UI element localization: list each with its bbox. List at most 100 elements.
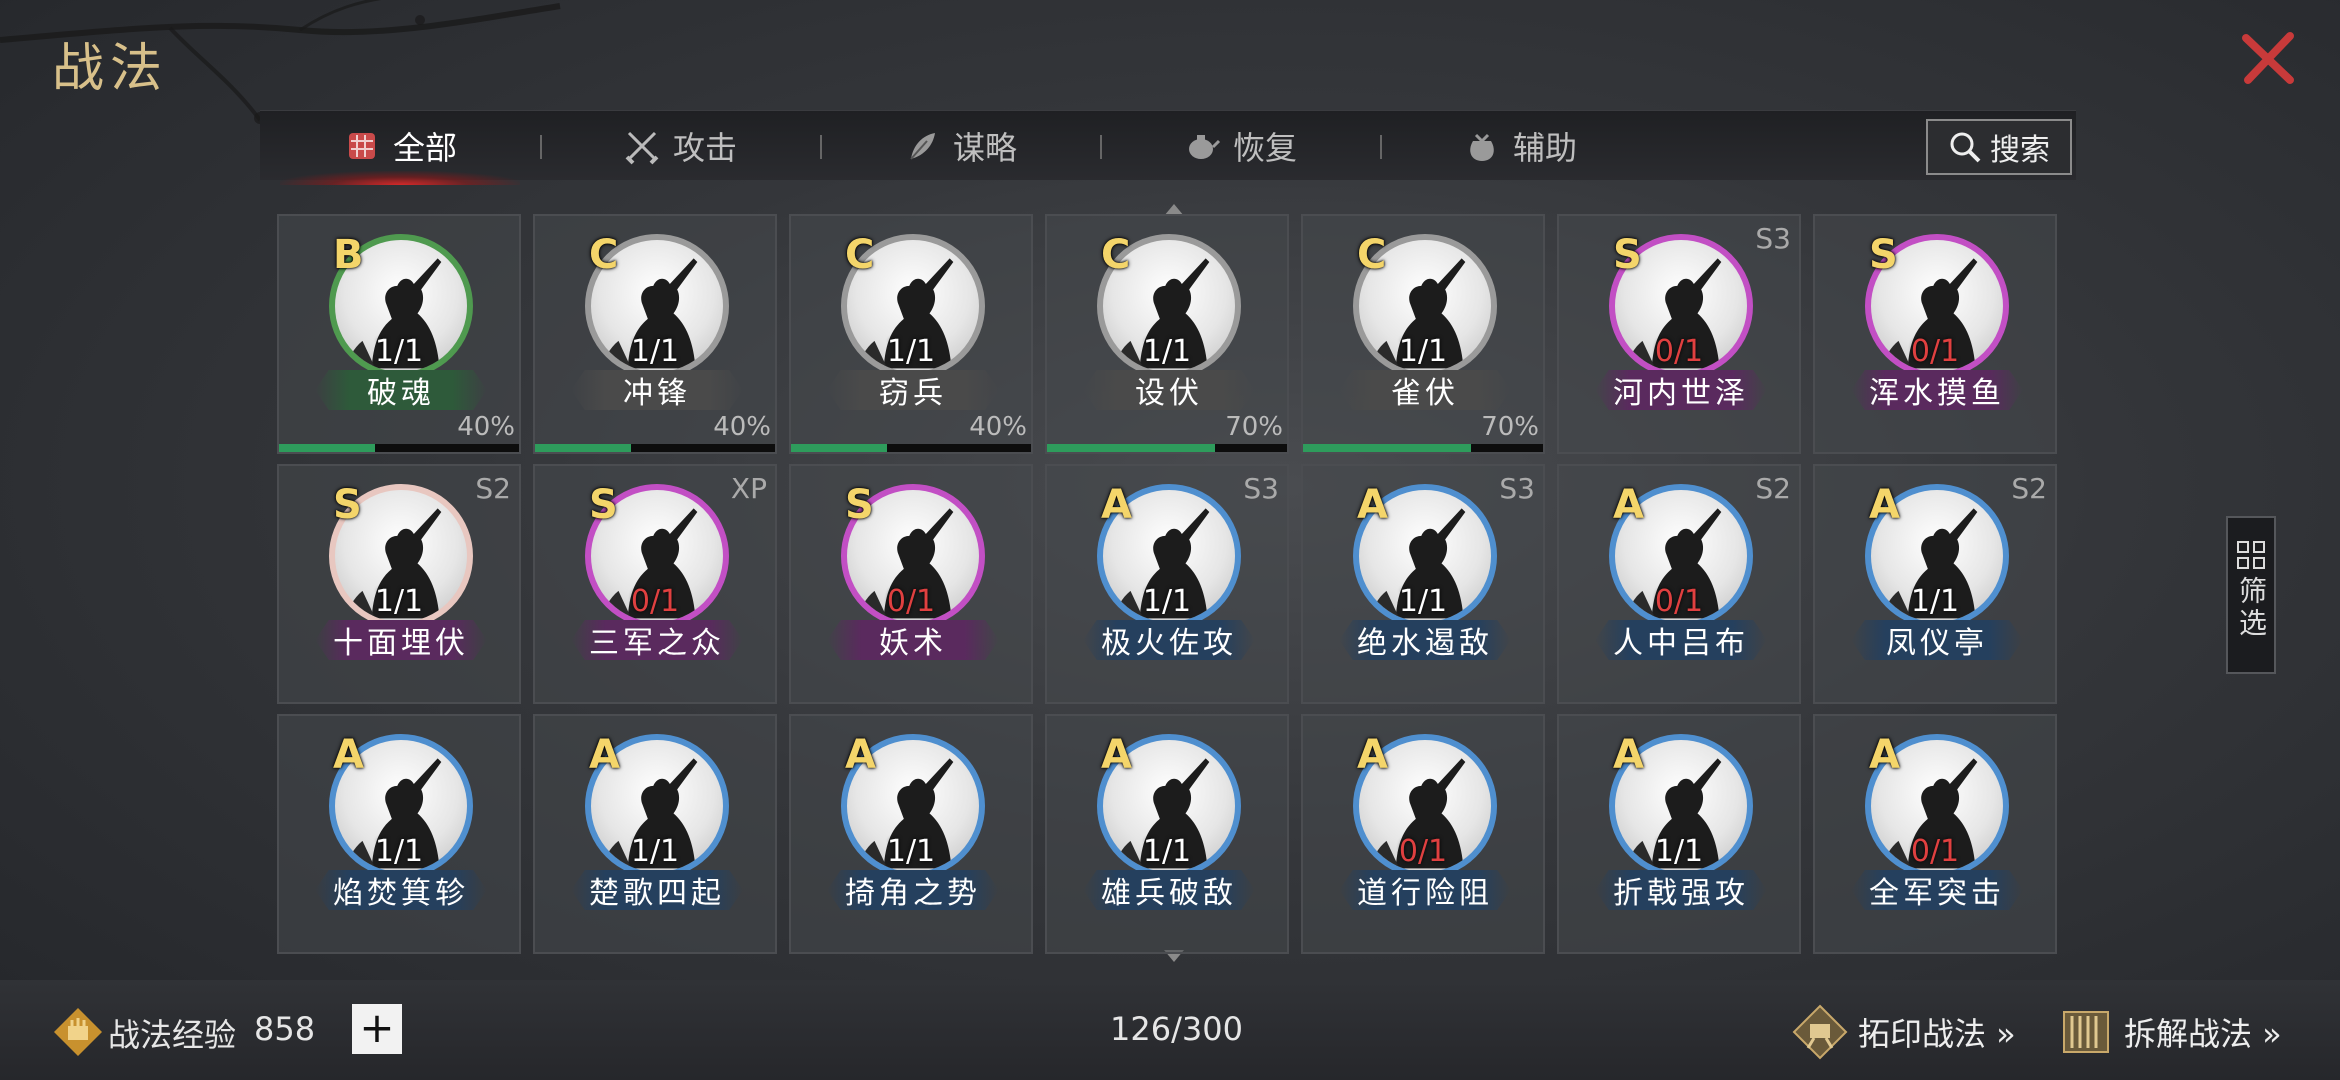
feather-icon — [910, 133, 935, 160]
tactic-count: 1/1 — [886, 834, 936, 869]
tactic-count: 1/1 — [1398, 584, 1448, 619]
tactic-card[interactable]: C 1/1 雀伏 70% — [1301, 214, 1545, 454]
bundle-icon — [348, 133, 375, 159]
tactic-name: 冲锋 — [571, 370, 743, 410]
category-tab-bar: 全部 攻击 谋略 恢复 辅助 搜索 — [260, 110, 2076, 185]
season-tag: S2 — [2011, 472, 2047, 505]
season-tag: S2 — [475, 472, 511, 505]
search-button[interactable]: 搜索 — [1926, 119, 2072, 175]
grade-badge: S — [333, 482, 362, 528]
tactic-name: 绝水遏敌 — [1339, 620, 1511, 660]
grade-badge: C — [845, 232, 875, 278]
grade-badge: A — [1357, 482, 1388, 528]
tactic-capacity: 126/300 — [1110, 1010, 1243, 1048]
grid-icon — [2237, 541, 2265, 569]
grade-badge: A — [1869, 482, 1900, 528]
season-tag: S3 — [1755, 222, 1791, 255]
tactic-card[interactable]: S 0/1 三军之众 XP — [533, 464, 777, 704]
progress-bar-fill — [791, 444, 887, 452]
tactic-count: 1/1 — [1910, 584, 1960, 619]
tab-label: 恢复 — [1232, 129, 1297, 167]
season-tag: S2 — [1755, 472, 1791, 505]
tactic-card[interactable]: A 0/1 全军突击 — [1813, 714, 2057, 954]
tactic-card[interactable]: S 1/1 十面埋伏 S2 — [277, 464, 521, 704]
imprint-tactic-button[interactable]: 拓印战法 » — [1790, 1002, 2016, 1062]
tactic-name: 破魂 — [315, 370, 487, 410]
tactic-count: 0/1 — [1654, 584, 1704, 619]
progress-percent: 40% — [457, 412, 515, 442]
tactic-count: 1/1 — [1142, 584, 1192, 619]
tactic-card[interactable]: A 0/1 道行险阻 — [1301, 714, 1545, 954]
tab-support[interactable]: 辅助 — [1380, 111, 1660, 181]
grade-badge: A — [333, 732, 364, 778]
progress-bar — [1303, 444, 1543, 452]
tactic-card[interactable]: A 0/1 人中吕布 S2 — [1557, 464, 1801, 704]
tactic-count: 1/1 — [886, 334, 936, 369]
tactic-card[interactable]: C 1/1 设伏 70% — [1045, 214, 1289, 454]
tactic-card[interactable]: A 1/1 凤仪亭 S2 — [1813, 464, 2057, 704]
tab-label: 辅助 — [1512, 129, 1577, 167]
tactic-card[interactable]: A 1/1 焰焚箕轸 — [277, 714, 521, 954]
page-title: 战法 — [52, 39, 169, 99]
tactic-count: 1/1 — [630, 834, 680, 869]
search-icon — [1950, 132, 1981, 163]
tactic-card[interactable]: B 1/1 破魂 40% — [277, 214, 521, 454]
tactic-name: 楚歌四起 — [571, 870, 743, 910]
grade-badge: C — [1101, 232, 1131, 278]
grade-badge: C — [589, 232, 619, 278]
grade-badge: S — [589, 482, 618, 528]
tactic-card[interactable]: S 0/1 河内世泽 S3 — [1557, 214, 1801, 454]
imprint-label: 拓印战法 » — [1858, 1015, 2016, 1053]
tab-attack[interactable]: 攻击 — [540, 111, 820, 181]
season-tag: S3 — [1499, 472, 1535, 505]
tab-recovery[interactable]: 恢复 — [1100, 111, 1380, 181]
tactic-count: 1/1 — [1142, 334, 1192, 369]
tactic-card[interactable]: S 0/1 妖术 — [789, 464, 1033, 704]
filter-button[interactable]: 筛选 — [2226, 516, 2276, 674]
tab-all[interactable]: 全部 — [260, 111, 540, 185]
add-exp-button[interactable]: + — [352, 1004, 402, 1054]
exp-label: 战法经验 — [108, 1016, 237, 1054]
bottom-bar: 战法经验 858 + 126/300 拓印战法 » 拆解战法 » — [0, 980, 2340, 1080]
decompose-label: 拆解战法 » — [2124, 1015, 2282, 1053]
tactic-card[interactable]: A 1/1 极火佐攻 S3 — [1045, 464, 1289, 704]
tactic-card[interactable]: A 1/1 掎角之势 — [789, 714, 1033, 954]
tactic-name: 妖术 — [827, 620, 999, 660]
grade-badge: A — [589, 732, 620, 778]
progress-percent: 70% — [1225, 412, 1283, 442]
tactic-card[interactable]: A 1/1 折戟强攻 — [1557, 714, 1801, 954]
tactics-grid: B 1/1 破魂 40% C 1/1 冲锋 40% C 1/1 窃兵 40% C 1/1 设伏 70% C 1/1… — [277, 214, 2057, 954]
tactic-card[interactable]: C 1/1 窃兵 40% — [789, 214, 1033, 454]
tactic-exp-icon — [54, 1008, 102, 1056]
tactic-name: 焰焚箕轸 — [315, 870, 487, 910]
progress-bar — [279, 444, 519, 452]
tactic-name: 河内世泽 — [1595, 370, 1767, 410]
close-icon[interactable] — [2240, 30, 2296, 86]
imprint-icon — [1792, 1004, 1848, 1060]
tab-label: 攻击 — [672, 129, 737, 167]
tactic-card[interactable]: S 0/1 浑水摸鱼 — [1813, 214, 2057, 454]
tactic-count: 0/1 — [630, 584, 680, 619]
tactic-card[interactable]: A 1/1 雄兵破敌 — [1045, 714, 1289, 954]
tactic-card[interactable]: A 1/1 绝水遏敌 S3 — [1301, 464, 1545, 704]
tactic-name: 全军突击 — [1851, 870, 2023, 910]
season-tag: S3 — [1243, 472, 1279, 505]
progress-bar-fill — [1047, 444, 1215, 452]
tactic-name: 人中吕布 — [1595, 620, 1767, 660]
tactic-count: 1/1 — [1142, 834, 1192, 869]
grade-badge: A — [1869, 732, 1900, 778]
tactic-count: 1/1 — [374, 584, 424, 619]
grade-badge: S — [1613, 232, 1642, 278]
tactic-card[interactable]: A 1/1 楚歌四起 — [533, 714, 777, 954]
season-tag: XP — [730, 472, 767, 505]
crossed-swords-icon — [625, 131, 659, 165]
tactic-count: 0/1 — [1398, 834, 1448, 869]
decompose-tactic-button[interactable]: 拆解战法 » — [2056, 1002, 2282, 1062]
filter-label: 筛选 — [2235, 576, 2268, 640]
tab-label: 全部 — [392, 129, 457, 167]
tactic-card[interactable]: C 1/1 冲锋 40% — [533, 214, 777, 454]
tactic-count: 1/1 — [1654, 834, 1704, 869]
tab-label: 谋略 — [952, 129, 1017, 167]
scroll-icon — [2063, 1011, 2109, 1053]
tab-strategy[interactable]: 谋略 — [820, 111, 1100, 181]
